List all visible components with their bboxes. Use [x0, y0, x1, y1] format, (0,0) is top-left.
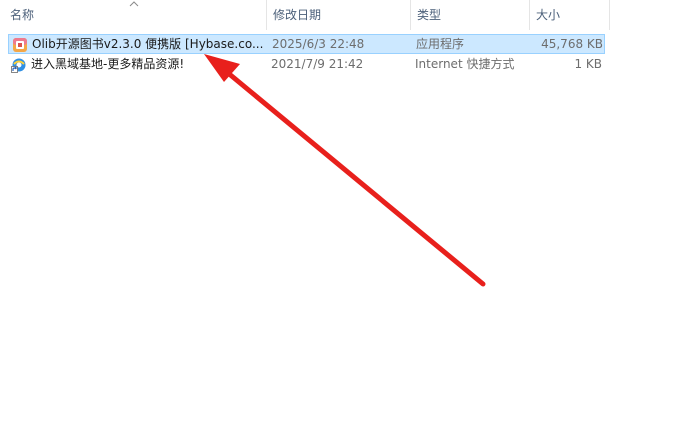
column-type-header[interactable]: 类型	[411, 0, 529, 30]
column-size-header[interactable]: 大小	[530, 0, 609, 30]
column-header-bar: 名称 修改日期 类型 大小	[0, 0, 610, 30]
file-row[interactable]: 进入黑域基地-更多精品资源! 2021/7/9 21:42 Internet 快…	[8, 55, 605, 75]
column-date-header[interactable]: 修改日期	[267, 0, 410, 30]
column-name-header[interactable]: 名称	[4, 0, 266, 30]
file-type: Internet 快捷方式	[415, 57, 515, 71]
file-row[interactable]: Olib开源图书v2.3.0 便携版 [Hybase.co... 2025/6/…	[8, 34, 605, 54]
file-explorer-view: 名称 修改日期 类型 大小 Olib开源图书v2.3.0 便携版 [Hybase…	[0, 0, 697, 432]
file-size: 1 KB	[574, 57, 602, 71]
app-icon	[13, 38, 27, 52]
column-divider[interactable]	[609, 0, 610, 30]
file-name[interactable]: 进入黑域基地-更多精品资源!	[31, 55, 263, 75]
file-date: 2025/6/3 22:48	[272, 37, 365, 51]
file-name[interactable]: Olib开源图书v2.3.0 便携版 [Hybase.co...	[32, 35, 264, 55]
file-date: 2021/7/9 21:42	[271, 57, 364, 71]
file-size: 45,768 KB	[541, 37, 603, 51]
internet-shortcut-icon	[11, 58, 26, 73]
file-type: 应用程序	[416, 37, 465, 51]
